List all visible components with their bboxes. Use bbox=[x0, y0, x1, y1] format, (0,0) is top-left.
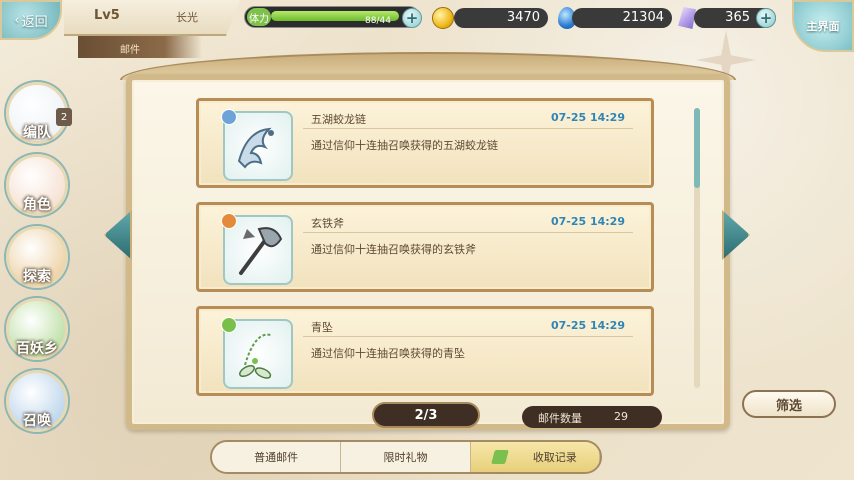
sidebar-item-team[interactable]: 编队 2 bbox=[6, 82, 72, 144]
player-info-panel: Lv5 长光 bbox=[64, 0, 240, 36]
section-title: 邮件 bbox=[78, 36, 202, 58]
stamina-value: 88/44 bbox=[365, 16, 391, 26]
home-label: 主界面 bbox=[806, 20, 840, 33]
filter-button[interactable]: 筛选 bbox=[742, 390, 836, 418]
gold-amount: 3470 bbox=[454, 8, 548, 28]
sidebar-item-character[interactable]: 角色 bbox=[6, 154, 68, 216]
sidebar-item-village[interactable]: 百妖乡 bbox=[6, 298, 68, 360]
tab-claim-history[interactable]: 收取记录 bbox=[470, 442, 600, 472]
item-icon-frame bbox=[221, 109, 293, 181]
add-crystal-button[interactable]: + bbox=[756, 8, 776, 28]
item-icon-frame bbox=[221, 213, 293, 285]
gold-coin-icon bbox=[432, 7, 454, 29]
top-bar: ‹ 返回 Lv5 长光 体力 88/44 + 3470 21304 365 + … bbox=[0, 0, 854, 52]
mail-description: 通过信仰十连抽召唤获得的五湖蛟龙链 bbox=[311, 139, 498, 152]
stamina-meter: 体力 88/44 bbox=[244, 6, 420, 28]
mail-scrollbar[interactable] bbox=[694, 108, 700, 388]
mail-description: 通过信仰十连抽召唤获得的青坠 bbox=[311, 347, 465, 360]
mail-count-value: 29 bbox=[614, 410, 628, 423]
sidebar-item-label: 探索 bbox=[23, 269, 51, 285]
rarity-tag-icon bbox=[221, 213, 237, 229]
scrollbar-thumb[interactable] bbox=[694, 108, 700, 188]
mail-item[interactable]: 青坠 07-25 14:29 通过信仰十连抽召唤获得的青坠 bbox=[196, 306, 654, 396]
mail-date: 07-25 14:29 bbox=[550, 111, 625, 124]
mail-date: 07-25 14:29 bbox=[550, 215, 625, 228]
back-label: 返回 bbox=[21, 14, 48, 30]
player-name: 长光 bbox=[176, 11, 198, 24]
mail-date: 07-25 14:29 bbox=[550, 319, 625, 332]
tab-normal-mail[interactable]: 普通邮件 bbox=[212, 442, 342, 472]
mail-item[interactable]: 玄铁斧 07-25 14:29 通过信仰十连抽召唤获得的玄铁斧 bbox=[196, 202, 654, 292]
sidebar-item-summon[interactable]: 召唤 bbox=[6, 370, 68, 432]
gem-amount: 21304 bbox=[572, 8, 672, 28]
add-stamina-button[interactable]: + bbox=[402, 8, 422, 28]
player-level: Lv5 bbox=[94, 8, 120, 23]
page-indicator: 2/3 bbox=[372, 402, 480, 428]
ticket-icon bbox=[490, 450, 509, 464]
dragon-chain-icon bbox=[237, 127, 274, 169]
left-sidebar: 编队 2 角色 探索 百妖乡 召唤 bbox=[0, 64, 80, 480]
chevron-left-icon: ‹ bbox=[14, 12, 20, 28]
mail-item[interactable]: 五湖蛟龙链 07-25 14:29 通过信仰十连抽召唤获得的五湖蛟龙链 bbox=[196, 98, 654, 188]
back-button[interactable]: ‹ 返回 bbox=[0, 0, 62, 40]
rarity-tag-icon bbox=[221, 109, 237, 125]
sidebar-item-label: 召唤 bbox=[23, 413, 51, 429]
item-icon-frame bbox=[221, 317, 293, 389]
mail-description: 通过信仰十连抽召唤获得的玄铁斧 bbox=[311, 243, 476, 256]
mail-count-label: 邮件数量 bbox=[538, 412, 582, 425]
tab-limited-gifts[interactable]: 限时礼物 bbox=[341, 442, 471, 472]
rarity-tag-icon bbox=[221, 317, 237, 333]
mail-tabs: 普通邮件 限时礼物 收取记录 bbox=[210, 440, 602, 474]
sidebar-item-explore[interactable]: 探索 bbox=[6, 226, 68, 288]
mail-count: 邮件数量 29 bbox=[522, 406, 662, 428]
notification-badge: 2 bbox=[56, 108, 72, 126]
green-pendant-icon bbox=[239, 333, 272, 379]
sidebar-item-label: 百妖乡 bbox=[16, 341, 58, 357]
sidebar-item-label: 角色 bbox=[23, 197, 51, 213]
tab-label: 收取记录 bbox=[532, 451, 577, 464]
stamina-label: 体力 bbox=[247, 8, 271, 26]
iron-axe-icon bbox=[239, 227, 283, 275]
